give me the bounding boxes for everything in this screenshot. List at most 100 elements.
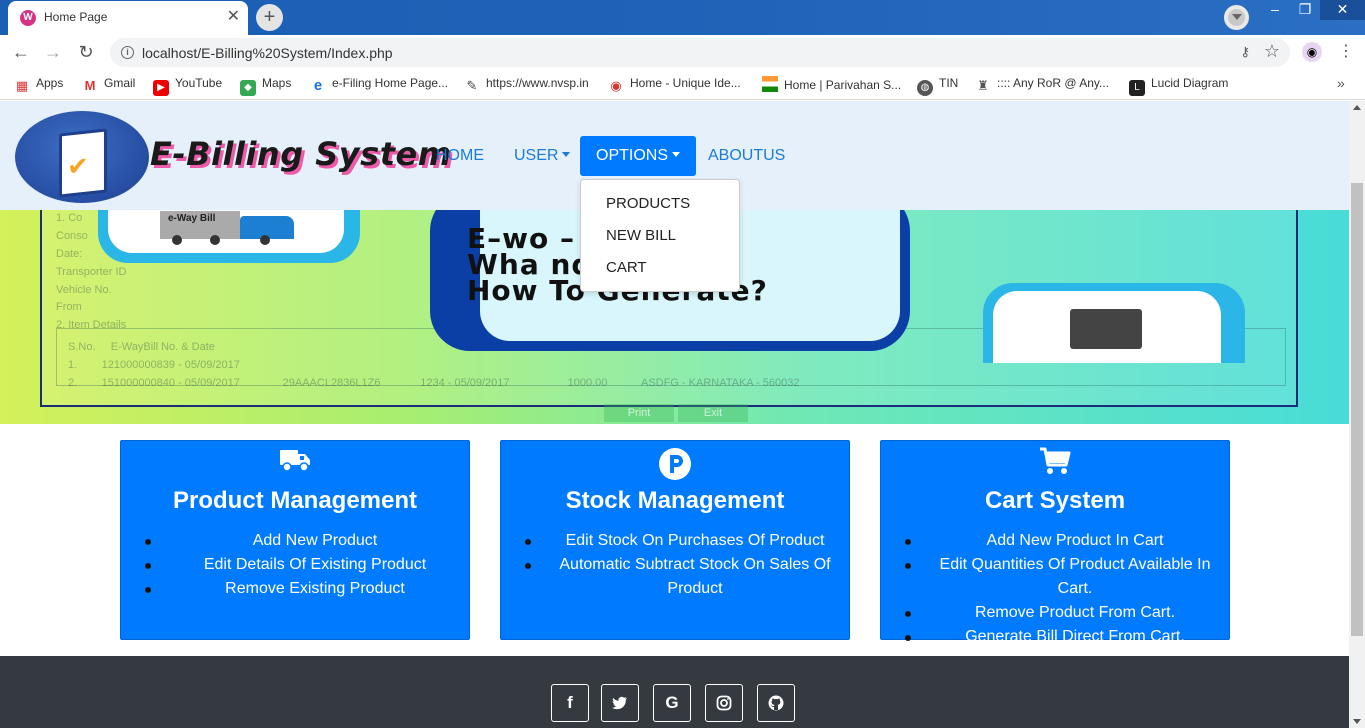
nvsp-icon: ✎ bbox=[466, 78, 478, 93]
page-scrollbar[interactable] bbox=[1349, 101, 1365, 728]
nav-user-dropdown[interactable]: USER bbox=[498, 136, 586, 176]
site-footer: f G bbox=[0, 656, 1349, 728]
browser-menu-icon[interactable]: ⋮ bbox=[1338, 41, 1354, 61]
hero-exit-button: Exit bbox=[678, 404, 748, 422]
bookmark-gmail[interactable]: M Gmail bbox=[82, 76, 136, 94]
scrollbar-thumb[interactable] bbox=[1351, 183, 1363, 636]
gmail-icon: M bbox=[84, 78, 96, 93]
checkmark-icon: ✔ bbox=[67, 151, 89, 181]
minimize-button[interactable]: – bbox=[1259, 0, 1291, 20]
browser-titlebar: W Home Page ✕ + – ❐ ✕ bbox=[0, 0, 1365, 35]
cart-icon bbox=[881, 447, 1229, 479]
bookmark-maps[interactable]: ◆ Maps bbox=[240, 76, 291, 96]
lucid-icon: L bbox=[1129, 80, 1145, 96]
address-bar[interactable]: i localhost/E-Billing%20System/Index.php… bbox=[110, 38, 1290, 67]
options-dropdown-menu: PRODUCTS NEW BILL CART bbox=[580, 179, 740, 292]
india-flag-icon bbox=[762, 76, 778, 92]
list-item: Automatic Subtract Stock On Sales Of Pro… bbox=[501, 553, 849, 601]
apps-grid-icon: ▦ bbox=[15, 78, 29, 93]
url-text[interactable]: localhost/E-Billing%20System/Index.php bbox=[142, 45, 393, 61]
bookmark-parivahan[interactable]: Home | Parivahan S... bbox=[762, 76, 901, 92]
card-title: Product Management bbox=[172, 487, 418, 514]
facebook-icon[interactable]: f bbox=[551, 684, 589, 722]
list-item: Add New Product bbox=[121, 529, 469, 553]
truck-icon bbox=[121, 447, 469, 479]
scroll-up-icon[interactable] bbox=[1353, 105, 1361, 110]
restore-button[interactable]: ❐ bbox=[1289, 0, 1321, 20]
dropdown-item-products[interactable]: PRODUCTS bbox=[606, 195, 690, 212]
bookmark-lucid[interactable]: L Lucid Diagram bbox=[1129, 76, 1228, 96]
emblem-icon: ♜ bbox=[977, 78, 989, 93]
reload-icon[interactable]: ↻ bbox=[75, 41, 97, 63]
list-item: Remove Existing Product bbox=[121, 577, 469, 601]
instagram-icon[interactable] bbox=[705, 684, 743, 722]
youtube-icon: ▶ bbox=[153, 80, 169, 96]
hero-print-button: Print bbox=[604, 404, 674, 422]
tab-title: Home Page bbox=[44, 10, 108, 24]
list-item: Edit Details Of Existing Product bbox=[121, 553, 469, 577]
list-item: Remove Product From Cart. bbox=[881, 601, 1229, 625]
nav-home[interactable]: HOME bbox=[420, 136, 500, 176]
bookmark-star-icon[interactable]: ☆ bbox=[1264, 41, 1280, 62]
nav-aboutus[interactable]: ABOUTUS bbox=[692, 136, 801, 176]
card-feature-list: Add New Product Edit Details Of Existing… bbox=[121, 529, 469, 601]
bookmark-apps[interactable]: ▦ Apps bbox=[14, 76, 64, 94]
back-arrow-icon[interactable]: ← bbox=[10, 41, 32, 63]
truck-wheel bbox=[260, 235, 270, 245]
dropdown-item-new-bill[interactable]: NEW BILL bbox=[606, 227, 676, 244]
truck-wheel bbox=[210, 235, 220, 245]
scroll-down-icon[interactable] bbox=[1353, 719, 1361, 724]
extension-icon[interactable]: ◉ bbox=[1302, 42, 1322, 62]
bookmarks-overflow-icon[interactable]: » bbox=[1337, 75, 1345, 91]
hero-faint-text: 2. 151000000840 - 05/09/2017 29AAACL2836… bbox=[68, 377, 800, 389]
bookmark-tin[interactable]: ◍ TIN bbox=[917, 76, 958, 96]
bookmark-uidai[interactable]: ◉ Home - Unique Ide... bbox=[608, 76, 740, 94]
password-key-icon[interactable]: ⚷ bbox=[1240, 44, 1250, 60]
hero-faint-text: 1. 121000000839 - 05/09/2017 bbox=[68, 359, 240, 371]
brand-title[interactable]: E-Billing System bbox=[150, 135, 452, 173]
bookmark-nvsp[interactable]: ✎ https://www.nvsp.in bbox=[464, 76, 589, 94]
list-item: Add New Product In Cart bbox=[881, 529, 1229, 553]
card-feature-list: Edit Stock On Purchases Of Product Autom… bbox=[501, 529, 849, 601]
bookmark-youtube[interactable]: ▶ YouTube bbox=[153, 76, 222, 96]
hero-faint-text: Conso bbox=[56, 230, 88, 242]
caret-down-icon bbox=[672, 152, 681, 157]
page-viewport: 1. Co Conso Date: Transporter ID Vehicle… bbox=[0, 101, 1349, 728]
site-info-icon[interactable]: i bbox=[121, 46, 134, 59]
parking-p-icon bbox=[501, 447, 849, 480]
bookmark-ror[interactable]: ♜:::: Any RoR @ Any... bbox=[975, 76, 1109, 94]
hero-faint-text: S.No. E-WayBill No. & Date bbox=[68, 341, 215, 353]
list-item: Edit Stock On Purchases Of Product bbox=[501, 529, 849, 553]
bookmark-efiling[interactable]: e e-Filing Home Page... bbox=[310, 76, 448, 94]
browser-tab[interactable]: W Home Page ✕ bbox=[8, 1, 248, 35]
card-feature-list: Add New Product In Cart Edit Quantities … bbox=[881, 529, 1229, 649]
github-icon[interactable] bbox=[757, 684, 795, 722]
efiling-icon: e bbox=[313, 77, 323, 94]
bookmarks-bar: ▦ Apps M Gmail ▶ YouTube ◆ Maps e e-Filing Ho… bbox=[0, 69, 1365, 100]
caret-down-icon bbox=[562, 152, 571, 157]
hero-faint-text: Date: bbox=[56, 248, 83, 260]
eway-bill-label: e-Way Bill bbox=[168, 213, 216, 224]
wamp-favicon-icon: W bbox=[20, 10, 36, 26]
tab-close-icon[interactable]: ✕ bbox=[227, 8, 240, 26]
hero-faint-text: From bbox=[56, 301, 82, 313]
forward-arrow-icon[interactable]: → bbox=[42, 41, 64, 63]
globe-icon: ◍ bbox=[917, 80, 933, 96]
hero-faint-text: Vehicle No. bbox=[56, 284, 112, 296]
profile-menu-icon[interactable] bbox=[1224, 5, 1249, 30]
new-tab-button[interactable]: + bbox=[256, 4, 283, 31]
twitter-icon[interactable] bbox=[601, 684, 639, 722]
list-item: Edit Quantities Of Product Available In … bbox=[881, 553, 1229, 601]
list-item: Generate Bill Direct From Cart. bbox=[881, 625, 1229, 649]
aadhaar-icon: ◉ bbox=[610, 78, 622, 93]
window-close-button[interactable]: ✕ bbox=[1320, 0, 1365, 20]
cart-system-card: Cart System Add New Product In Cart Edit… bbox=[880, 440, 1230, 645]
google-icon[interactable]: G bbox=[653, 684, 691, 722]
site-logo[interactable]: ✔ bbox=[15, 111, 149, 203]
product-management-card: Product Management Add New Product Edit … bbox=[120, 440, 470, 640]
nav-options-dropdown[interactable]: OPTIONS bbox=[580, 136, 697, 176]
maps-icon: ◆ bbox=[240, 80, 256, 96]
stock-management-card: Stock Management Edit Stock On Purchases… bbox=[500, 440, 850, 640]
card-title: Cart System bbox=[984, 487, 1126, 514]
dropdown-item-cart[interactable]: CART bbox=[606, 259, 647, 276]
